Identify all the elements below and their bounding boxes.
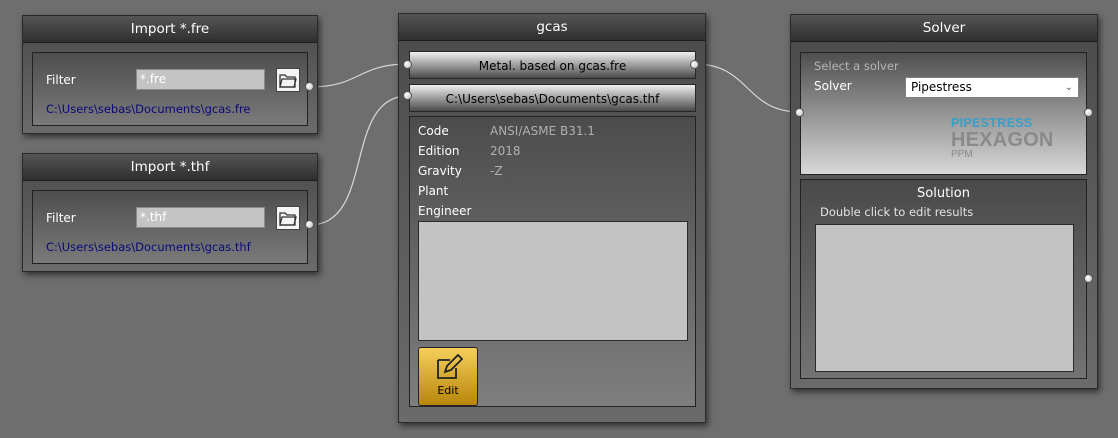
folder-open-icon [279, 74, 297, 88]
pipestress-hexagon-logo: PIPESTRESS HEXAGON PPM [951, 117, 1054, 160]
browse-button[interactable] [276, 68, 300, 92]
logo-line-pipestress: PIPESTRESS [951, 116, 1033, 130]
solver-label: Solver [814, 79, 852, 93]
prop-value-edition: 2018 [490, 144, 521, 158]
input-thf-bar[interactable]: C:\Users\sebas\Documents\gcas.thf [409, 84, 696, 112]
solver-dropdown-value: Pipestress [911, 80, 972, 94]
gcas-input-port-fre[interactable] [403, 60, 412, 69]
import-fre-output-port[interactable] [305, 82, 314, 91]
logo-line-ppm: PPM [951, 148, 973, 160]
solver-input-port[interactable] [795, 108, 804, 117]
solver-dropdown[interactable]: Pipestress ⌄ [905, 77, 1079, 98]
gcas-input-port-thf[interactable] [403, 91, 412, 100]
solution-results-area[interactable] [815, 224, 1074, 372]
prop-label-code: Code [418, 124, 449, 138]
file-path: C:\Users\sebas\Documents\gcas.thf [46, 240, 251, 254]
import-thf-node[interactable]: Import *.thf Filter *.thf C:\Users\sebas… [22, 153, 318, 272]
import-fre-title: Import *.fre [23, 16, 317, 43]
import-thf-output-port[interactable] [305, 220, 314, 229]
filter-input[interactable]: *.thf [136, 207, 265, 228]
solver-output-port[interactable] [1084, 108, 1093, 117]
filter-input[interactable]: *.fre [136, 69, 265, 90]
prop-label-gravity: Gravity [418, 164, 462, 178]
browse-button[interactable] [276, 206, 300, 230]
prop-value-code: ANSI/ASME B31.1 [490, 124, 595, 138]
solver-hint: Select a solver [814, 59, 899, 73]
logo-line-hexagon: HEXAGON [951, 128, 1054, 151]
solution-output-port[interactable] [1084, 274, 1093, 283]
solver-title: Solver [791, 15, 1097, 42]
solution-panel: Solution Double click to edit results [800, 179, 1087, 379]
solver-select-panel: Select a solver Solver Pipestress ⌄ PIPE… [800, 52, 1087, 175]
gcas-output-port[interactable] [690, 60, 699, 69]
edit-pencil-icon [437, 354, 464, 379]
gcas-node[interactable]: gcas Metal. based on gcas.fre C:\Users\s… [398, 13, 706, 423]
file-path: C:\Users\sebas\Documents\gcas.fre [46, 102, 251, 116]
prop-label-plant: Plant [418, 184, 449, 198]
filter-label: Filter [46, 211, 76, 225]
prop-label-edition: Edition [418, 144, 460, 158]
import-fre-node[interactable]: Import *.fre Filter *.fre C:\Users\sebas… [22, 15, 318, 134]
import-fre-panel: Filter *.fre C:\Users\sebas\Documents\gc… [32, 52, 308, 126]
prop-label-engineer: Engineer [418, 204, 472, 218]
gcas-preview-area[interactable] [418, 221, 688, 341]
edit-label: Edit [437, 384, 459, 397]
chevron-down-icon: ⌄ [1064, 82, 1073, 93]
solver-node[interactable]: Solver Select a solver Solver Pipestress… [790, 14, 1098, 389]
import-thf-title: Import *.thf [23, 154, 317, 181]
input-fre-bar[interactable]: Metal. based on gcas.fre [409, 51, 696, 79]
gcas-title: gcas [399, 14, 705, 41]
folder-open-icon [279, 212, 297, 226]
filter-label: Filter [46, 73, 76, 87]
edit-button[interactable]: Edit [418, 347, 478, 406]
solution-hint: Double click to edit results [820, 205, 974, 219]
gcas-properties-panel: Code ANSI/ASME B31.1 Edition 2018 Gravit… [409, 116, 696, 407]
prop-value-gravity: -Z [490, 164, 503, 178]
import-thf-panel: Filter *.thf C:\Users\sebas\Documents\gc… [32, 190, 308, 264]
solution-title: Solution [917, 186, 970, 201]
